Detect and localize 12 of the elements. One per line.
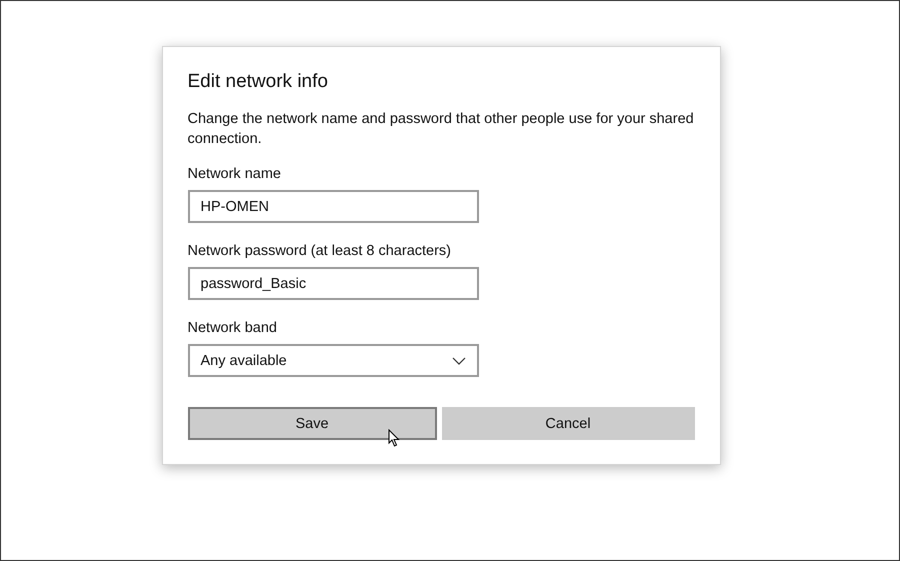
save-button[interactable]: Save — [188, 407, 436, 440]
chevron-down-icon — [452, 356, 466, 364]
mouse-pointer-icon — [388, 429, 400, 447]
dialog-title: Edit network info — [188, 70, 329, 94]
input-field[interactable]: password_Basic — [188, 267, 478, 300]
field-label: Network password (at least 8 characters) — [188, 242, 452, 261]
field-label: Network name — [188, 165, 282, 184]
input-field[interactable]: HP-OMEN — [188, 190, 478, 223]
dropdown-field[interactable]: Any available — [188, 344, 478, 377]
field-label: Network band — [188, 319, 278, 338]
cancel-button[interactable]: Cancel — [442, 407, 694, 440]
dialog-description: Change the network name and password that other people use for your shared connection. — [188, 110, 694, 149]
